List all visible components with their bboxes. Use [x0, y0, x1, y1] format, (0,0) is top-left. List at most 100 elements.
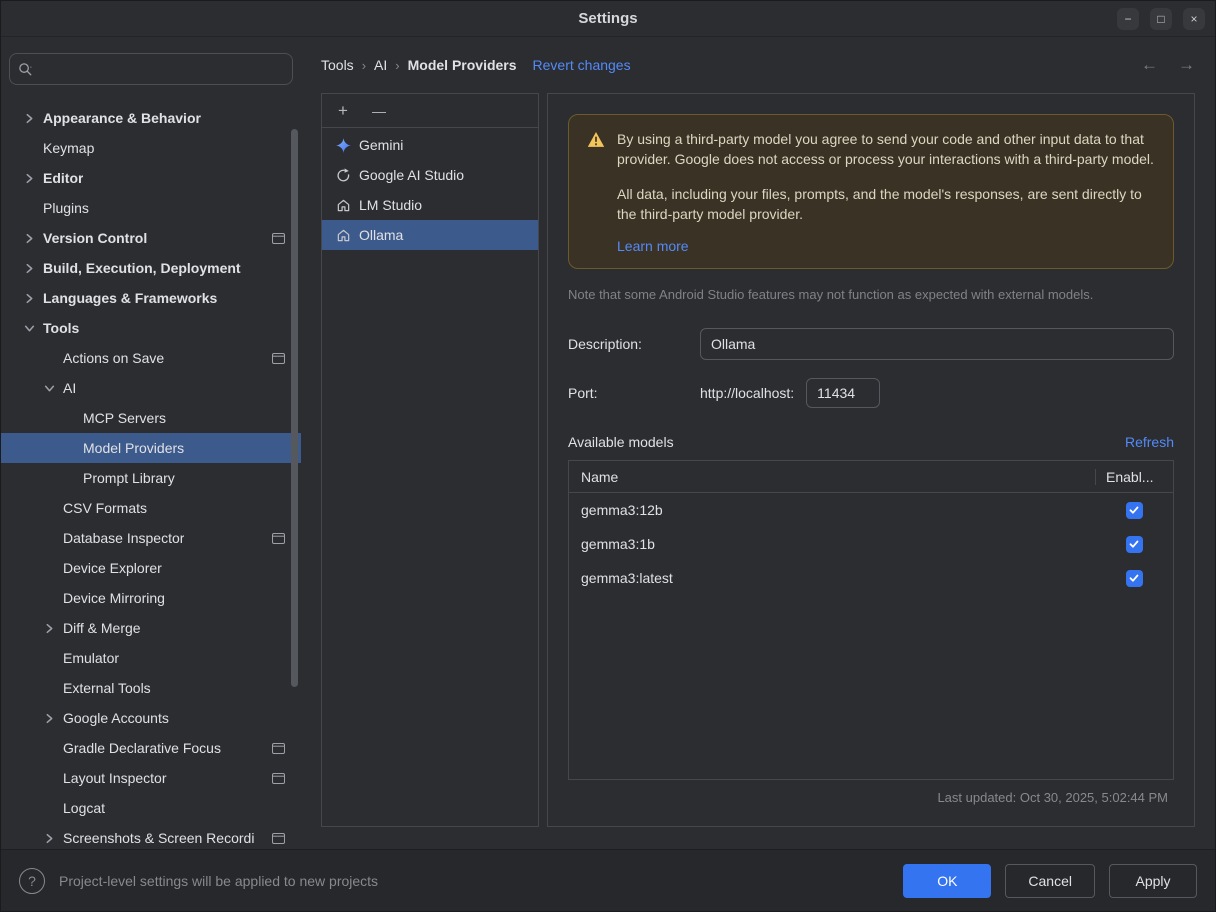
provider-label: Google AI Studio [359, 167, 464, 183]
project-setting-icon [272, 773, 285, 784]
sidebar-item-version-control[interactable]: Version Control [1, 223, 301, 253]
revert-changes-link[interactable]: Revert changes [533, 57, 631, 73]
forward-arrow-icon[interactable]: → [1178, 55, 1195, 75]
sidebar-item-database-inspector[interactable]: Database Inspector [1, 523, 301, 553]
sidebar-item-label: Google Accounts [63, 710, 169, 726]
sidebar-item-label: Appearance & Behavior [43, 110, 201, 126]
warning-text: By using a third-party model you agree t… [617, 129, 1155, 254]
ok-button[interactable]: OK [903, 864, 991, 898]
sidebar-item-tools[interactable]: Tools [1, 313, 301, 343]
sidebar-item-label: Gradle Declarative Focus [63, 740, 221, 756]
sidebar-item-label: Device Mirroring [63, 590, 165, 606]
column-header-name[interactable]: Name [569, 469, 1095, 485]
sidebar-scrollbar[interactable] [291, 129, 298, 687]
port-field[interactable] [806, 378, 880, 408]
sidebar-item-external-tools[interactable]: External Tools [1, 673, 301, 703]
sidebar-item-google-accounts[interactable]: Google Accounts [1, 703, 301, 733]
sidebar-item-device-mirroring[interactable]: Device Mirroring [1, 583, 301, 613]
port-label: Port: [568, 385, 700, 401]
model-row-gemma3-latest[interactable]: gemma3:latest [569, 561, 1173, 595]
add-provider-button[interactable]: + [338, 102, 348, 119]
chevron-right-icon[interactable] [21, 113, 37, 124]
model-enabled-checkbox[interactable] [1126, 502, 1143, 519]
model-row-gemma3-1b[interactable]: gemma3:1b [569, 527, 1173, 561]
sidebar-item-layout-inspector[interactable]: Layout Inspector [1, 763, 301, 793]
provider-item-ollama[interactable]: Ollama [322, 220, 538, 250]
search-input[interactable] [39, 61, 284, 77]
minimize-button[interactable]: − [1117, 8, 1139, 30]
provider-detail-panel: By using a third-party model you agree t… [547, 93, 1195, 827]
sidebar-item-prompt-library[interactable]: Prompt Library [1, 463, 301, 493]
history-nav: ← → [1141, 55, 1195, 75]
chevron-right-icon[interactable] [41, 713, 57, 724]
sidebar-item-label: CSV Formats [63, 500, 147, 516]
learn-more-link[interactable]: Learn more [617, 238, 689, 254]
sidebar-item-gradle-declarative-focus[interactable]: Gradle Declarative Focus [1, 733, 301, 763]
chevron-down-icon[interactable] [21, 323, 37, 334]
breadcrumb: Tools › AI › Model Providers Revert chan… [321, 37, 1195, 93]
warning-paragraph-1: By using a third-party model you agree t… [617, 129, 1155, 170]
chevron-right-icon[interactable] [21, 293, 37, 304]
sidebar-item-emulator[interactable]: Emulator [1, 643, 301, 673]
sidebar-item-device-explorer[interactable]: Device Explorer [1, 553, 301, 583]
model-row-gemma3-12b[interactable]: gemma3:12b [569, 493, 1173, 527]
chevron-right-icon[interactable] [21, 263, 37, 274]
maximize-icon: □ [1157, 13, 1164, 25]
description-row: Description: [568, 328, 1174, 360]
description-field[interactable] [700, 328, 1174, 360]
sidebar-item-editor[interactable]: Editor [1, 163, 301, 193]
sidebar-item-diff-merge[interactable]: Diff & Merge [1, 613, 301, 643]
remove-provider-button[interactable]: — [372, 104, 386, 118]
provider-list-panel: + — Gemini Google AI Studio LM Studio [321, 93, 539, 827]
sidebar-item-build-execution-deployment[interactable]: Build, Execution, Deployment [1, 253, 301, 283]
breadcrumb-current: Model Providers [408, 57, 517, 73]
available-models-header: Available models Refresh [568, 434, 1174, 450]
chevron-right-icon[interactable] [21, 173, 37, 184]
project-setting-icon [272, 233, 285, 244]
maximize-button[interactable]: □ [1150, 8, 1172, 30]
back-arrow-icon[interactable]: ← [1141, 55, 1158, 75]
chevron-right-icon[interactable] [41, 623, 57, 634]
column-header-enabled[interactable]: Enabl... [1095, 469, 1173, 485]
sidebar-item-plugins[interactable]: Plugins [1, 193, 301, 223]
model-enabled-checkbox[interactable] [1126, 536, 1143, 553]
sidebar-item-model-providers[interactable]: Model Providers [1, 433, 301, 463]
sidebar-item-label: Build, Execution, Deployment [43, 260, 241, 276]
sidebar-item-screenshots-screen-recordi[interactable]: Screenshots & Screen Recordi [1, 823, 301, 849]
cancel-button[interactable]: Cancel [1005, 864, 1095, 898]
sidebar-item-keymap[interactable]: Keymap [1, 133, 301, 163]
sidebar-item-label: MCP Servers [83, 410, 166, 426]
apply-button[interactable]: Apply [1109, 864, 1197, 898]
chevron-right-icon[interactable] [21, 233, 37, 244]
sidebar-item-label: Editor [43, 170, 83, 186]
models-table: Name Enabl... gemma3:12b gemma3:1b gemma… [568, 460, 1174, 780]
search-box[interactable] [9, 53, 293, 85]
sidebar-item-logcat[interactable]: Logcat [1, 793, 301, 823]
chevron-right-icon[interactable] [41, 833, 57, 844]
help-button[interactable]: ? [19, 868, 45, 894]
sidebar-item-label: Prompt Library [83, 470, 175, 486]
model-name: gemma3:1b [569, 536, 1095, 552]
refresh-link[interactable]: Refresh [1125, 434, 1174, 450]
chevron-down-icon[interactable] [41, 383, 57, 394]
provider-item-google-ai-studio[interactable]: Google AI Studio [322, 160, 538, 190]
breadcrumb-ai[interactable]: AI [374, 57, 387, 73]
close-button[interactable]: × [1183, 8, 1205, 30]
model-enabled-checkbox[interactable] [1126, 570, 1143, 587]
sidebar-item-label: Plugins [43, 200, 89, 216]
provider-item-lm-studio[interactable]: LM Studio [322, 190, 538, 220]
sidebar-item-appearance-behavior[interactable]: Appearance & Behavior [1, 103, 301, 133]
gemini-icon [336, 138, 351, 153]
provider-item-gemini[interactable]: Gemini [322, 130, 538, 160]
sidebar-item-csv-formats[interactable]: CSV Formats [1, 493, 301, 523]
sidebar-item-mcp-servers[interactable]: MCP Servers [1, 403, 301, 433]
sidebar-item-actions-on-save[interactable]: Actions on Save [1, 343, 301, 373]
provider-toolbar: + — [322, 94, 538, 128]
provider-label: Gemini [359, 137, 403, 153]
sidebar-item-languages-frameworks[interactable]: Languages & Frameworks [1, 283, 301, 313]
sidebar-item-label: Diff & Merge [63, 620, 141, 636]
sidebar-item-label: Model Providers [83, 440, 184, 456]
port-prefix: http://localhost: [700, 385, 794, 401]
breadcrumb-tools[interactable]: Tools [321, 57, 354, 73]
sidebar-item-ai[interactable]: AI [1, 373, 301, 403]
